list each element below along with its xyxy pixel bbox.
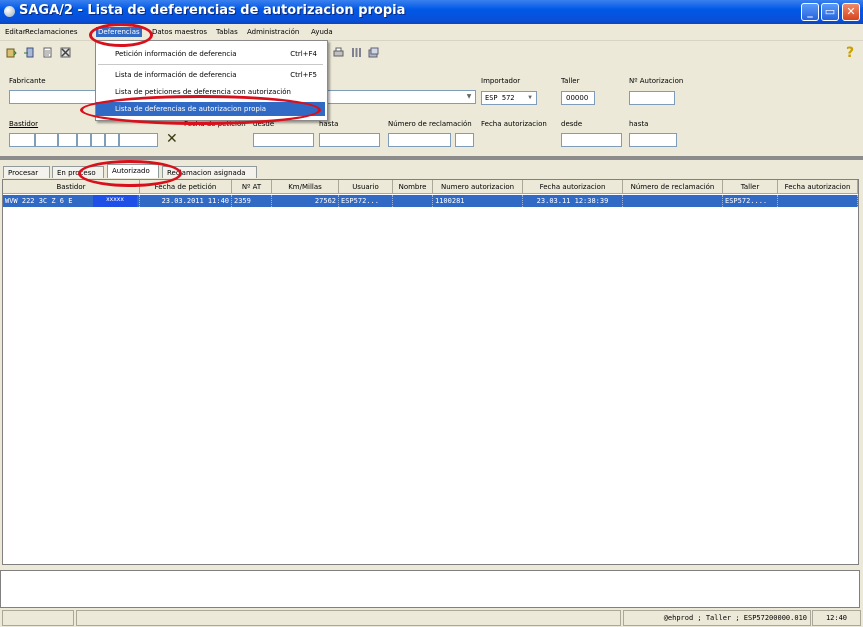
document-icon[interactable]	[42, 47, 53, 58]
cell-taller: ESP572....	[723, 195, 778, 207]
menu-item-peticion-informacion[interactable]: Petición información de deferencia Ctrl+…	[96, 47, 325, 61]
importador-label: Importador	[481, 77, 521, 85]
column-header[interactable]: Fecha autorizacion	[523, 180, 623, 194]
bastidor-input-6[interactable]	[105, 133, 119, 147]
column-header[interactable]: Número de reclamación	[623, 180, 723, 194]
chevron-down-icon[interactable]: ▼	[464, 92, 474, 102]
bastidor-input-7[interactable]	[119, 133, 158, 147]
maximize-button[interactable]: ▭	[821, 3, 839, 21]
cell-fecha-peticion: 23.03.2011 11:40	[140, 195, 232, 207]
status-bar: @ehprod ; Taller ; ESP57200000.010 12:40	[0, 609, 863, 627]
bastidor-input-2[interactable]	[35, 133, 58, 147]
bastidor-label: Bastidor	[9, 120, 39, 128]
column-header[interactable]: Nº AT	[232, 180, 272, 194]
menu-ayuda[interactable]: Ayuda	[311, 28, 333, 36]
table-row[interactable]: WVW 222 3C Z 6 E 23.03.2011 11:40 2359 2…	[3, 195, 858, 207]
export-icon[interactable]	[368, 47, 379, 58]
status-info: @ehprod ; Taller ; ESP57200000.010	[623, 610, 811, 626]
bastidor-input-4[interactable]	[77, 133, 91, 147]
cell-fecha-autorizacion-2	[778, 195, 858, 207]
menu-editar[interactable]: Editar	[5, 28, 26, 36]
status-segment	[76, 610, 621, 626]
menu-datos-maestros[interactable]: Datos maestros	[152, 28, 207, 36]
import-icon[interactable]	[24, 47, 35, 58]
column-header[interactable]: Usuario	[339, 180, 393, 194]
autorizacion-hasta-input[interactable]	[629, 133, 677, 147]
open-icon[interactable]	[6, 47, 17, 58]
nautorizacion-input[interactable]	[629, 91, 675, 105]
title-bar[interactable]: SAGA/2 - Lista de deferencias de autoriz…	[0, 0, 863, 24]
num-reclamacion-label: Número de reclamación	[388, 120, 472, 128]
help-icon[interactable]: ?	[846, 45, 854, 61]
clear-icon[interactable]: ✕	[166, 131, 178, 147]
fecha-autorizacion-label: Fecha autorizacion	[481, 120, 547, 128]
menu-item-label: Petición información de deferencia	[115, 50, 237, 58]
highlight-ring-tab	[78, 160, 182, 187]
nautorizacion-label: Nº Autorizacion	[629, 77, 684, 85]
column-header[interactable]: Numero autorizacion	[433, 180, 523, 194]
importador-combo[interactable]: ESP 572 ▼	[481, 91, 537, 105]
cell-nombre	[393, 195, 433, 207]
fecha-hasta-input[interactable]	[319, 133, 380, 147]
bastidor-input-1[interactable]	[9, 133, 35, 147]
num-reclamacion-input[interactable]	[388, 133, 451, 147]
tab-procesar[interactable]: Procesar	[3, 166, 50, 178]
status-segment	[2, 610, 74, 626]
message-area	[0, 570, 860, 608]
taller-input[interactable]: 00000	[561, 91, 595, 105]
cell-km: 27562	[272, 195, 339, 207]
menu-separator	[98, 64, 323, 65]
menu-administracion[interactable]: Administración	[247, 28, 299, 36]
results-table[interactable]: Bastidor Fecha de petición Nº AT Km/Mill…	[2, 179, 859, 565]
cell-num-reclamacion	[623, 195, 723, 207]
delete-icon[interactable]	[60, 47, 71, 58]
menu-item-label: Lista de información de deferencia	[115, 71, 237, 79]
hasta-label: hasta	[319, 120, 339, 128]
chevron-down-icon[interactable]: ▼	[525, 93, 535, 103]
status-time: 12:40	[812, 610, 861, 626]
menu-tablas[interactable]: Tablas	[216, 28, 238, 36]
print-icon[interactable]	[333, 47, 344, 58]
highlight-ring-menu-item	[80, 95, 321, 125]
num-reclamacion-suffix-input[interactable]	[455, 133, 474, 147]
hasta2-label: hasta	[629, 120, 649, 128]
app-icon	[4, 6, 15, 17]
menu-item-shortcut: Ctrl+F5	[290, 71, 317, 79]
desde2-label: desde	[561, 120, 583, 128]
columns-icon[interactable]	[351, 47, 362, 58]
column-header[interactable]: Fecha autorizacion	[778, 180, 858, 194]
masked-region: xxxxx	[93, 195, 137, 207]
column-header[interactable]: Km/Millas	[272, 180, 339, 194]
close-button[interactable]: ✕	[842, 3, 860, 21]
bastidor-input-3[interactable]	[58, 133, 77, 147]
menu-item-shortcut: Ctrl+F4	[290, 50, 317, 58]
cell-n-at: 2359	[232, 195, 272, 207]
window-title: SAGA/2 - Lista de deferencias de autoriz…	[19, 3, 406, 18]
fabricante-label: Fabricante	[9, 77, 46, 85]
importador-value: ESP 572	[485, 94, 515, 102]
minimize-button[interactable]: _	[801, 3, 819, 21]
cell-num-autorizacion: 1100281	[433, 195, 523, 207]
menu-item-lista-informacion[interactable]: Lista de información de deferencia Ctrl+…	[96, 68, 325, 82]
highlight-ring-menu	[89, 23, 153, 47]
cell-fecha-autorizacion: 23.03.11 12:38:39	[523, 195, 623, 207]
taller-label: Taller	[561, 77, 580, 85]
bastidor-input-5[interactable]	[91, 133, 105, 147]
autorizacion-desde-input[interactable]	[561, 133, 622, 147]
column-header[interactable]: Taller	[723, 180, 778, 194]
cell-usuario: ESP572...	[339, 195, 393, 207]
column-header[interactable]: Nombre	[393, 180, 433, 194]
menu-reclamaciones[interactable]: Reclamaciones	[25, 28, 78, 36]
fecha-desde-input[interactable]	[253, 133, 314, 147]
